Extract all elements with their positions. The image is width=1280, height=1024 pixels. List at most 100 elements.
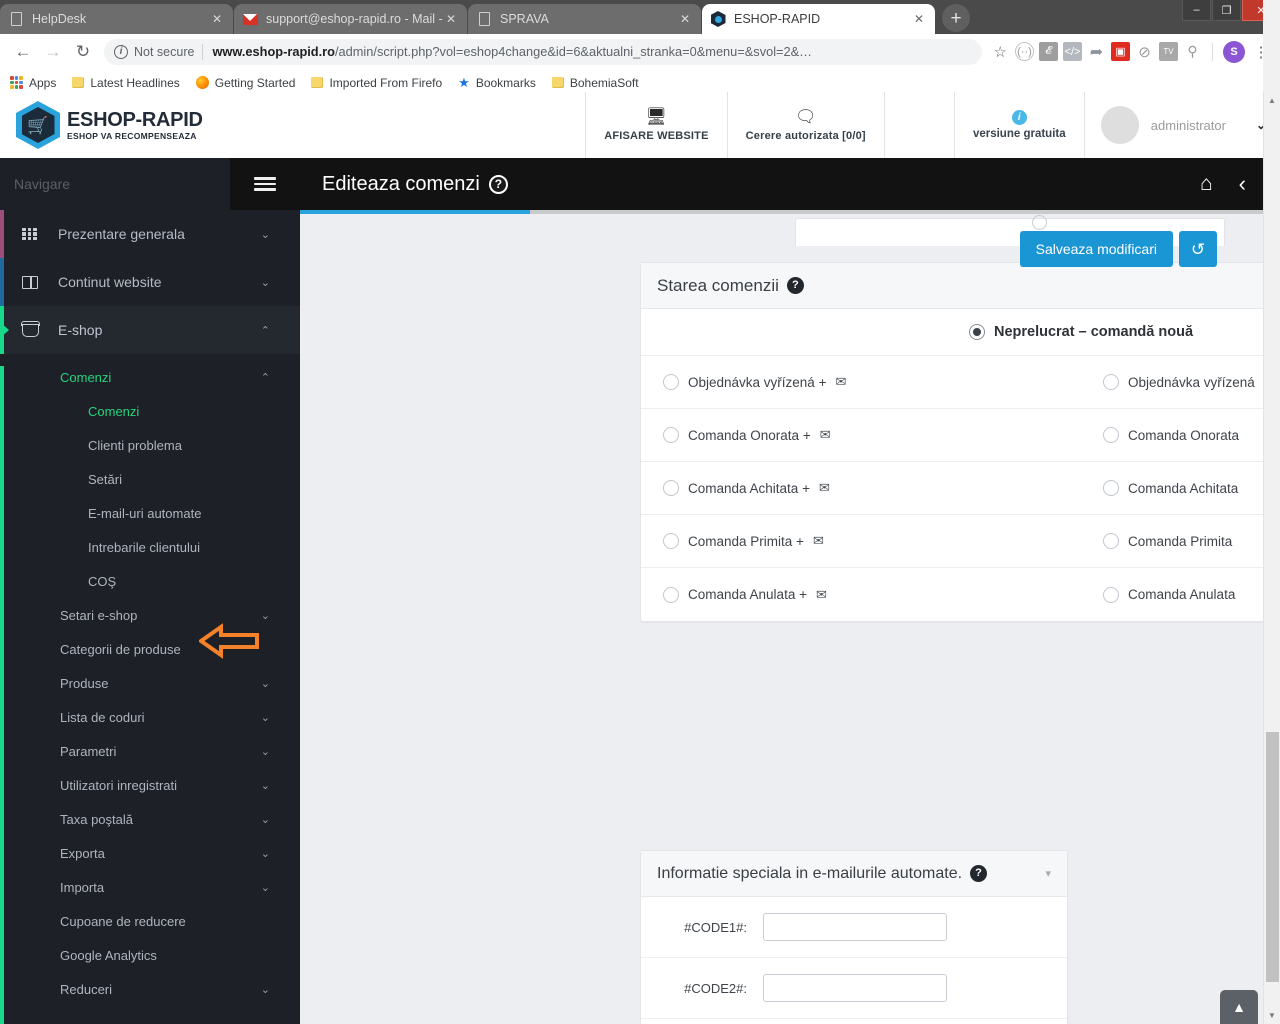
home-icon[interactable]: ⌂	[1200, 172, 1213, 196]
chevron-down-icon[interactable]: ⌄	[261, 847, 270, 860]
user-menu[interactable]: administrator ⌄	[1083, 92, 1280, 158]
close-icon[interactable]: ✕	[443, 13, 459, 25]
chevron-down-icon[interactable]: ▾	[1045, 867, 1051, 880]
radio-button[interactable]	[1032, 215, 1047, 230]
radio-button[interactable]	[1103, 533, 1119, 549]
extension-circle-icon[interactable]: (··)	[1015, 42, 1034, 61]
status-option-with-email[interactable]: Comanda Anulata + ✉	[641, 568, 1081, 621]
scroll-to-top-button[interactable]: ▲	[1220, 990, 1258, 1024]
bookmark-imported-from-firefox[interactable]: Imported From Firefo	[311, 76, 442, 90]
scrollbar-up-arrow[interactable]: ▲	[1264, 92, 1280, 109]
profile-avatar[interactable]: S	[1223, 40, 1245, 63]
scrollbar-thumb[interactable]	[1266, 732, 1279, 982]
new-tab-button[interactable]: +	[942, 4, 970, 32]
bookmark-apps[interactable]: Apps	[10, 76, 56, 90]
chevron-up-icon[interactable]: ⌃	[261, 371, 270, 384]
chevron-down-icon[interactable]: ⌄	[261, 228, 300, 241]
close-icon[interactable]: ✕	[911, 13, 927, 25]
authorized-request-button[interactable]: 🗨 Cerere autorizata [0/0]	[726, 92, 884, 158]
close-icon[interactable]: ✕	[209, 13, 225, 25]
radio-button[interactable]	[1103, 427, 1119, 443]
sidebar-item-taxa-postala[interactable]: Taxa poştală ⌄	[0, 802, 300, 836]
sidebar-item-produse[interactable]: Produse ⌄	[0, 666, 300, 700]
sidebar-item-reduceri[interactable]: Reduceri ⌄	[0, 972, 300, 1006]
sidebar-item-continut-website[interactable]: Continut website ⌄	[0, 258, 300, 306]
sidebar-item-parametri[interactable]: Parametri ⌄	[0, 734, 300, 768]
status-option-with-email[interactable]: Comanda Achitata + ✉	[641, 462, 1081, 514]
sidebar-item-importa[interactable]: Importa ⌄	[0, 870, 300, 904]
bookmark-bohemiasoft[interactable]: BohemiaSoft	[551, 76, 639, 90]
show-website-button[interactable]: 🖥 AFISARE WEBSITE	[585, 92, 726, 158]
sidebar-item-clienti-problema[interactable]: Clienti problema	[0, 428, 300, 462]
sidebar-item-eshop[interactable]: E-shop ⌃	[0, 306, 300, 354]
chevron-down-icon[interactable]: ⌄	[261, 745, 270, 758]
radio-button[interactable]	[663, 586, 679, 603]
help-icon[interactable]: ?	[786, 277, 804, 294]
status-option[interactable]: Comanda Achitata	[1081, 462, 1280, 514]
sidebar-item-google-analytics[interactable]: Google Analytics	[0, 938, 300, 972]
sidebar-item-exporta[interactable]: Exporta ⌄	[0, 836, 300, 870]
sidebar-group-comenzi[interactable]: Comenzi ⌃	[0, 360, 300, 394]
code2-input[interactable]	[763, 974, 947, 1002]
chevron-down-icon[interactable]: ⌄	[261, 711, 270, 724]
sidebar-item-comenzi[interactable]: Comenzi	[0, 394, 300, 428]
sidebar-item-cupoane-de-reducere[interactable]: Cupoane de reducere	[0, 904, 300, 938]
chevron-down-icon[interactable]: ⌄	[261, 677, 270, 690]
browser-tab[interactable]: SPRAVA ✕	[468, 4, 701, 34]
page-scrollbar[interactable]: ▲ ▼	[1263, 92, 1280, 1024]
radio-button[interactable]	[663, 480, 679, 496]
reload-icon[interactable]: ↻	[68, 37, 98, 67]
extension-blocked-icon[interactable]: ⊘	[1135, 42, 1154, 61]
extension-stamp-icon[interactable]: ⚲	[1183, 42, 1202, 61]
status-option-with-email[interactable]: Objednávka vyřízená + ✉	[641, 356, 1081, 408]
chevron-down-icon[interactable]: ⌄	[261, 609, 270, 622]
extension-code-icon[interactable]: </>	[1063, 42, 1082, 61]
status-option-with-email[interactable]: Comanda Onorata + ✉	[641, 409, 1081, 461]
undo-button[interactable]: ↺	[1179, 231, 1217, 267]
scrollbar-down-arrow[interactable]: ▼	[1264, 1007, 1280, 1024]
brand-logo[interactable]: 🛒 ESHOP-RAPID ESHOP VA RECOMPENSEAZA	[0, 92, 300, 158]
collapse-left-icon[interactable]: ‹	[1239, 171, 1246, 197]
sidebar-item-prezentare-generala[interactable]: Prezentare generala ⌄	[0, 210, 300, 258]
status-option[interactable]: Objednávka vyřízená	[1081, 356, 1280, 408]
forward-icon[interactable]: →	[38, 37, 68, 67]
extension-tv-icon[interactable]: TV	[1159, 42, 1178, 61]
close-icon[interactable]: ✕	[677, 13, 693, 25]
back-icon[interactable]: ←	[8, 37, 38, 67]
browser-tab[interactable]: support@eshop-rapid.ro - Mail - ✕	[234, 4, 467, 34]
chevron-down-icon[interactable]: ⌄	[261, 276, 300, 289]
sidebar-item-cos[interactable]: COŞ	[0, 564, 300, 598]
sidebar-toggle-button[interactable]	[230, 158, 300, 210]
bookmark-star-icon[interactable]: ☆	[994, 43, 1007, 61]
version-badge[interactable]: i versiune gratuita	[953, 92, 1084, 158]
radio-button[interactable]	[663, 427, 679, 443]
status-option-with-email[interactable]: Comanda Primita + ✉	[641, 515, 1081, 567]
help-icon[interactable]: ?	[488, 174, 508, 194]
extension-pin-icon[interactable]: ➦	[1087, 42, 1106, 61]
status-option[interactable]: Comanda Primita	[1081, 515, 1280, 567]
radio-button[interactable]	[663, 533, 679, 549]
extension-s-icon[interactable]: 𝓔	[1039, 42, 1058, 61]
radio-button[interactable]	[1103, 480, 1119, 496]
radio-button[interactable]	[1103, 586, 1119, 603]
sidebar-item-lista-de-coduri[interactable]: Lista de coduri ⌄	[0, 700, 300, 734]
code1-input[interactable]	[763, 913, 947, 941]
browser-tab[interactable]: HelpDesk ✕	[0, 4, 233, 34]
help-icon[interactable]: ?	[970, 865, 988, 882]
radio-button[interactable]	[1103, 374, 1119, 390]
url-input[interactable]: i Not secure www.eshop-rapid.ro/admin/sc…	[104, 38, 982, 65]
bookmark-latest-headlines[interactable]: Latest Headlines	[72, 76, 180, 90]
chevron-down-icon[interactable]: ⌄	[261, 779, 270, 792]
status-option[interactable]: Comanda Anulata	[1081, 568, 1280, 621]
chevron-down-icon[interactable]: ⌄	[261, 813, 270, 826]
sidebar-item-intrebarile-clientului[interactable]: Intrebarile clientului	[0, 530, 300, 564]
bookmark-bookmarks[interactable]: ★ Bookmarks	[458, 75, 536, 91]
browser-tab-active[interactable]: ESHOP-RAPID ✕	[702, 4, 935, 34]
chevron-down-icon[interactable]: ⌄	[261, 881, 270, 894]
sidebar-item-emailuri-automate[interactable]: E-mail-uri automate	[0, 496, 300, 530]
maximize-button[interactable]: ❐	[1212, 0, 1241, 21]
bookmark-getting-started[interactable]: Getting Started	[195, 76, 295, 90]
chevron-up-icon[interactable]: ⌃	[261, 324, 300, 337]
status-option[interactable]: Comanda Onorata	[1081, 409, 1280, 461]
radio-button-selected[interactable]	[968, 324, 985, 340]
